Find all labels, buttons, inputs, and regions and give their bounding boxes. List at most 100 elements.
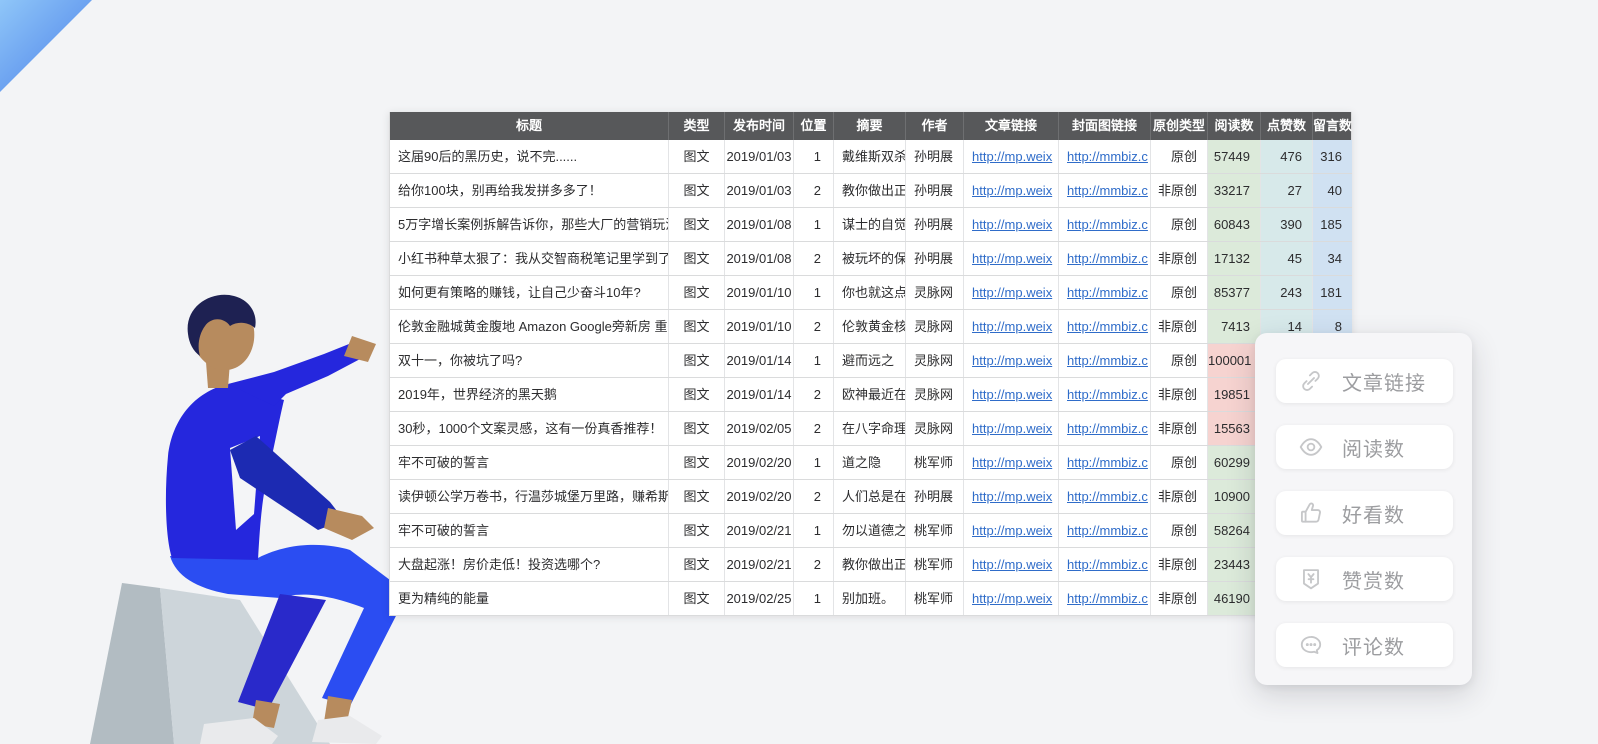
column-header-likes: 点赞数	[1261, 112, 1313, 140]
cell-summary: 人们总是在迎	[834, 480, 906, 513]
table-row: 如何更有策略的赚钱，让自己少奋斗10年?图文2019/01/101你也就这点见灵…	[390, 276, 1351, 310]
cell-reads: 58264	[1208, 514, 1261, 547]
articles-table: 标题类型发布时间位置摘要作者文章链接封面图链接原创类型阅读数点赞数留言数 这届9…	[389, 112, 1352, 616]
table-row: 伦敦金融城黄金腹地 Amazon Google旁新房 重磅发售图文2019/01…	[390, 310, 1351, 344]
comment-icon	[1298, 632, 1324, 658]
cover-link[interactable]: http://mmbiz.c	[1059, 276, 1151, 309]
cell-type: 图文	[669, 310, 725, 343]
menu-item-reward-count[interactable]: 赞赏数	[1276, 557, 1453, 601]
cover-link[interactable]: http://mmbiz.c	[1059, 242, 1151, 275]
table-body: 这届90后的黑历史，说不完......图文2019/01/031戴维斯双杀孙明展…	[390, 140, 1351, 616]
cell-reads: 46190	[1208, 582, 1261, 615]
cover-link[interactable]: http://mmbiz.c	[1059, 412, 1151, 445]
cover-link[interactable]: http://mmbiz.c	[1059, 514, 1151, 547]
cover-link[interactable]: http://mmbiz.c	[1059, 140, 1151, 173]
cell-summary: 你也就这点见	[834, 276, 906, 309]
cover-link[interactable]: http://mmbiz.c	[1059, 480, 1151, 513]
table-row: 读伊顿公学万卷书，行温莎城堡万里路，赚希斯罗机场图文2019/02/202人们总…	[390, 480, 1351, 514]
cell-type: 图文	[669, 412, 725, 445]
cell-author: 孙明展	[906, 480, 964, 513]
cell-reads: 60843	[1208, 208, 1261, 241]
cell-author: 孙明展	[906, 174, 964, 207]
menu-item-label: 评论数	[1342, 631, 1405, 660]
article-link[interactable]: http://mp.weix	[964, 446, 1059, 479]
cover-link[interactable]: http://mmbiz.c	[1059, 446, 1151, 479]
menu-item-label: 赞赏数	[1342, 565, 1405, 594]
cell-reads: 15563	[1208, 412, 1261, 445]
menu-item-read-count[interactable]: 阅读数	[1276, 425, 1453, 469]
column-header-original: 原创类型	[1151, 112, 1208, 140]
cell-summary: 谋士的自觉	[834, 208, 906, 241]
menu-item-label: 文章链接	[1342, 367, 1426, 396]
cell-date: 2019/01/08	[725, 208, 794, 241]
cell-author: 灵脉网	[906, 276, 964, 309]
menu-item-comment-count[interactable]: 评论数	[1276, 623, 1453, 667]
cell-type: 图文	[669, 514, 725, 547]
cell-author: 孙明展	[906, 208, 964, 241]
cell-summary: 避而远之	[834, 344, 906, 377]
cover-link[interactable]: http://mmbiz.c	[1059, 310, 1151, 343]
column-header-date: 发布时间	[725, 112, 794, 140]
cell-reads: 60299	[1208, 446, 1261, 479]
cell-type: 图文	[669, 174, 725, 207]
article-link[interactable]: http://mp.weix	[964, 480, 1059, 513]
cell-pos: 2	[794, 412, 834, 445]
cell-date: 2019/01/03	[725, 140, 794, 173]
cover-link[interactable]: http://mmbiz.c	[1059, 174, 1151, 207]
article-link[interactable]: http://mp.weix	[964, 276, 1059, 309]
article-link[interactable]: http://mp.weix	[964, 208, 1059, 241]
cell-author: 灵脉网	[906, 344, 964, 377]
cell-pos: 1	[794, 208, 834, 241]
cell-summary: 道之隐	[834, 446, 906, 479]
cell-date: 2019/01/14	[725, 378, 794, 411]
menu-item-like-count[interactable]: 好看数	[1276, 491, 1453, 535]
cell-reads: 7413	[1208, 310, 1261, 343]
cell-type: 图文	[669, 582, 725, 615]
cell-title: 更为精纯的能量	[390, 582, 669, 615]
article-link[interactable]: http://mp.weix	[964, 242, 1059, 275]
cell-pos: 2	[794, 174, 834, 207]
cell-type: 图文	[669, 208, 725, 241]
menu-item-label: 好看数	[1342, 499, 1405, 528]
article-link[interactable]: http://mp.weix	[964, 412, 1059, 445]
cell-author: 灵脉网	[906, 412, 964, 445]
cover-link[interactable]: http://mmbiz.c	[1059, 378, 1151, 411]
cell-original: 原创	[1151, 208, 1208, 241]
cell-comments: 181	[1313, 276, 1352, 309]
cell-original: 非原创	[1151, 242, 1208, 275]
article-link[interactable]: http://mp.weix	[964, 582, 1059, 615]
cell-title: 30秒，1000个文案灵感，这有一份真香推荐！	[390, 412, 669, 445]
article-link[interactable]: http://mp.weix	[964, 140, 1059, 173]
cell-summary: 教你做出正确	[834, 548, 906, 581]
cell-type: 图文	[669, 276, 725, 309]
cell-comments: 40	[1313, 174, 1352, 207]
cell-type: 图文	[669, 344, 725, 377]
cell-date: 2019/02/05	[725, 412, 794, 445]
cell-title: 给你100块，别再给我发拼多多了！	[390, 174, 669, 207]
cell-pos: 1	[794, 140, 834, 173]
column-header-pos: 位置	[794, 112, 834, 140]
article-link[interactable]: http://mp.weix	[964, 310, 1059, 343]
table-row: 2019年，世界经济的黑天鹅图文2019/01/142欧神最近在吐灵脉网http…	[390, 378, 1351, 412]
cover-link[interactable]: http://mmbiz.c	[1059, 344, 1151, 377]
cover-link[interactable]: http://mmbiz.c	[1059, 582, 1151, 615]
column-header-author: 作者	[906, 112, 964, 140]
cell-date: 2019/01/14	[725, 344, 794, 377]
cell-date: 2019/01/03	[725, 174, 794, 207]
cover-link[interactable]: http://mmbiz.c	[1059, 208, 1151, 241]
menu-item-article-link[interactable]: 文章链接	[1276, 359, 1453, 403]
article-link[interactable]: http://mp.weix	[964, 378, 1059, 411]
cell-author: 桃军师	[906, 514, 964, 547]
cell-original: 非原创	[1151, 310, 1208, 343]
article-link[interactable]: http://mp.weix	[964, 548, 1059, 581]
article-link[interactable]: http://mp.weix	[964, 514, 1059, 547]
column-header-comments: 留言数	[1313, 112, 1352, 140]
article-link[interactable]: http://mp.weix	[964, 174, 1059, 207]
cover-link[interactable]: http://mmbiz.c	[1059, 548, 1151, 581]
cell-summary: 在八字命理学	[834, 412, 906, 445]
article-link[interactable]: http://mp.weix	[964, 344, 1059, 377]
cell-title: 双十一，你被坑了吗?	[390, 344, 669, 377]
column-header-reads: 阅读数	[1208, 112, 1261, 140]
cell-original: 原创	[1151, 276, 1208, 309]
cell-date: 2019/02/20	[725, 480, 794, 513]
